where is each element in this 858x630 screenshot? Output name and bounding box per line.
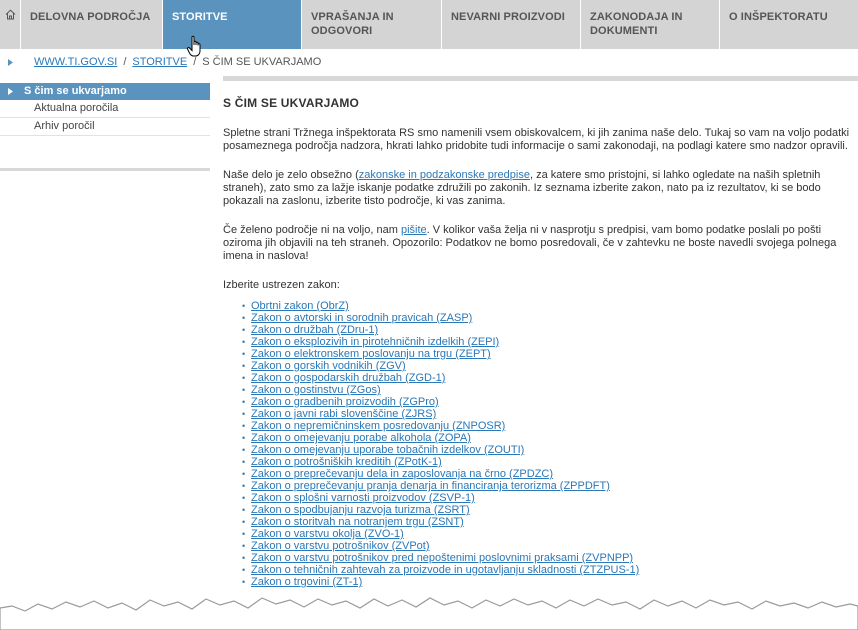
main-divider (223, 76, 858, 81)
list-item: Zakon o potrošniških kreditih (ZPotK-1) (242, 456, 855, 468)
law-link[interactable]: Zakon o splošni varnosti proizvodov (ZSV… (251, 492, 475, 504)
request-text-start: Če želeno področje ni na voljo, nam (223, 224, 401, 236)
write-to-us-link[interactable]: pišite (401, 224, 427, 236)
law-link[interactable]: Zakon o varstvu potrošnikov pred nepošte… (251, 552, 633, 564)
law-link[interactable]: Zakon o javni rabi slovenščine (ZJRS) (251, 408, 436, 420)
list-item: Zakon o omejevanju porabe alkohola (ZOPA… (242, 432, 855, 444)
list-item: Zakon o gospodarskih družbah (ZGD-1) (242, 372, 855, 384)
law-link[interactable]: Zakon o storitvah na notranjem trgu (ZSN… (251, 516, 464, 528)
law-link[interactable]: Zakon o gospodarskih družbah (ZGD-1) (251, 372, 445, 384)
law-link[interactable]: Zakon o preprečevanju dela in zaposlovan… (251, 468, 553, 480)
tab-storitve[interactable]: STORITVE (163, 0, 302, 49)
main-content: S ČIM SE UKVARJAMO Spletne strani Tržneg… (223, 76, 858, 588)
law-link[interactable]: Zakon o potrošniških kreditih (ZPotK-1) (251, 456, 442, 468)
sidebar: S čim se ukvarjamo Aktualna poročila Arh… (0, 83, 210, 136)
page-title: S ČIM SE UKVARJAMO (223, 96, 360, 110)
torn-edge (0, 597, 858, 630)
law-link[interactable]: Zakon o elektronskem poslovanju na trgu … (251, 348, 491, 360)
sidebar-divider (0, 168, 210, 171)
list-item: Zakon o splošni varnosti proizvodov (ZSV… (242, 492, 855, 504)
tab-nevarni-proizvodi[interactable]: NEVARNI PROIZVODI (442, 0, 581, 49)
choose-law-label: Izberite ustrezen zakon: (223, 279, 340, 291)
sidebar-item-label: S čim se ukvarjamo (24, 85, 127, 97)
law-list: Obrtni zakon (ObrZ)Zakon o avtorski in s… (223, 300, 855, 588)
list-item: Zakon o gorskih vodnikih (ZGV) (242, 360, 855, 372)
law-link[interactable]: Zakon o varstvu potrošnikov (ZVPot) (251, 540, 430, 552)
list-item: Zakon o preprečevanju pranja denarja in … (242, 480, 855, 492)
list-item: Zakon o varstvu potrošnikov (ZVPot) (242, 540, 855, 552)
intro-paragraph: Spletne strani Tržnega inšpektorata RS s… (223, 127, 850, 152)
list-item: Zakon o gostinstvu (ZGos) (242, 384, 855, 396)
list-item: Zakon o avtorski in sorodnih pravicah (Z… (242, 312, 855, 324)
breadcrumb-current: S ČIM SE UKVARJAMO (202, 56, 322, 68)
legislation-link[interactable]: zakonske in podzakonske predpise (359, 169, 530, 181)
law-link[interactable]: Zakon o tehničnih zahtevah za proizvode … (251, 564, 639, 576)
sidebar-item-arhiv-porocil[interactable]: Arhiv poročil (0, 118, 210, 136)
list-item: Zakon o varstvu potrošnikov pred nepošte… (242, 552, 855, 564)
list-item: Zakon o družbah (ZDru-1) (242, 324, 855, 336)
top-navigation: DELOVNA PODROČJA STORITVE VPRAŠANJA IN O… (0, 0, 858, 49)
home-button[interactable] (0, 0, 21, 49)
sidebar-item-s-cim-se-ukvarjamo[interactable]: S čim se ukvarjamo (0, 83, 210, 100)
law-link[interactable]: Zakon o omejevanju porabe alkohola (ZOPA… (251, 432, 471, 444)
law-link[interactable]: Zakon o avtorski in sorodnih pravicah (Z… (251, 312, 472, 324)
list-item: Zakon o storitvah na notranjem trgu (ZSN… (242, 516, 855, 528)
law-link[interactable]: Zakon o varstvu okolja (ZVO-1) (251, 528, 404, 540)
list-item: Zakon o nepremičninskem posredovanju (ZN… (242, 420, 855, 432)
list-item: Zakon o tehničnih zahtevah za proizvode … (242, 564, 855, 576)
home-icon (5, 9, 15, 20)
list-item: Obrtni zakon (ObrZ) (242, 300, 855, 312)
breadcrumb-separator: / (123, 56, 127, 68)
law-link[interactable]: Zakon o trgovini (ZT-1) (251, 576, 362, 588)
breadcrumb-home-link[interactable]: WWW.TI.GOV.SI (34, 52, 117, 72)
law-link[interactable]: Obrtni zakon (ObrZ) (251, 300, 349, 312)
sidebar-arrow-icon (8, 88, 13, 95)
scope-paragraph: Naše delo je zelo obsežno (zakonske in p… (223, 169, 855, 208)
law-link[interactable]: Zakon o gostinstvu (ZGos) (251, 384, 381, 396)
tab-vprasanja-in-odgovori[interactable]: VPRAŠANJA IN ODGOVORI (302, 0, 442, 49)
law-link[interactable]: Zakon o eksplozivih in pirotehničnih izd… (251, 336, 499, 348)
list-item: Zakon o varstvu okolja (ZVO-1) (242, 528, 855, 540)
breadcrumb-separator: / (193, 56, 197, 68)
page: DELOVNA PODROČJA STORITVE VPRAŠANJA IN O… (0, 0, 858, 630)
law-link[interactable]: Zakon o gorskih vodnikih (ZGV) (251, 360, 406, 372)
law-link[interactable]: Zakon o gradbenih proizvodih (ZGPro) (251, 396, 439, 408)
law-link[interactable]: Zakon o nepremičninskem posredovanju (ZN… (251, 420, 505, 432)
tab-zakonodaja-in-dokumenti[interactable]: ZAKONODAJA IN DOKUMENTI (581, 0, 720, 49)
sidebar-item-aktualna-porocila[interactable]: Aktualna poročila (0, 100, 210, 118)
list-item: Zakon o javni rabi slovenščine (ZJRS) (242, 408, 855, 420)
list-item: Zakon o preprečevanju dela in zaposlovan… (242, 468, 855, 480)
list-item: Zakon o gradbenih proizvodih (ZGPro) (242, 396, 855, 408)
law-link[interactable]: Zakon o družbah (ZDru-1) (251, 324, 378, 336)
law-link[interactable]: Zakon o omejevanju uporabe tobačnih izde… (251, 444, 524, 456)
breadcrumb-section-link[interactable]: STORITVE (132, 52, 187, 72)
list-item: Zakon o omejevanju uporabe tobačnih izde… (242, 444, 855, 456)
tab-delovna-podrocja[interactable]: DELOVNA PODROČJA (21, 0, 163, 49)
list-item: Zakon o trgovini (ZT-1) (242, 576, 855, 588)
request-paragraph: Če želeno področje ni na voljo, nam piši… (223, 224, 855, 263)
tab-o-inspektoratu[interactable]: O INŠPEKTORATU (720, 0, 857, 49)
breadcrumb-arrow-icon (8, 58, 15, 66)
list-item: Zakon o elektronskem poslovanju na trgu … (242, 348, 855, 360)
law-link[interactable]: Zakon o spodbujanju razvoja turizma (ZSR… (251, 504, 470, 516)
scope-text-start: Naše delo je zelo obsežno ( (223, 169, 359, 181)
breadcrumb: WWW.TI.GOV.SI / STORITVE / S ČIM SE UKVA… (0, 52, 858, 72)
list-item: Zakon o eksplozivih in pirotehničnih izd… (242, 336, 855, 348)
list-item: Zakon o spodbujanju razvoja turizma (ZSR… (242, 504, 855, 516)
law-link[interactable]: Zakon o preprečevanju pranja denarja in … (251, 480, 610, 492)
